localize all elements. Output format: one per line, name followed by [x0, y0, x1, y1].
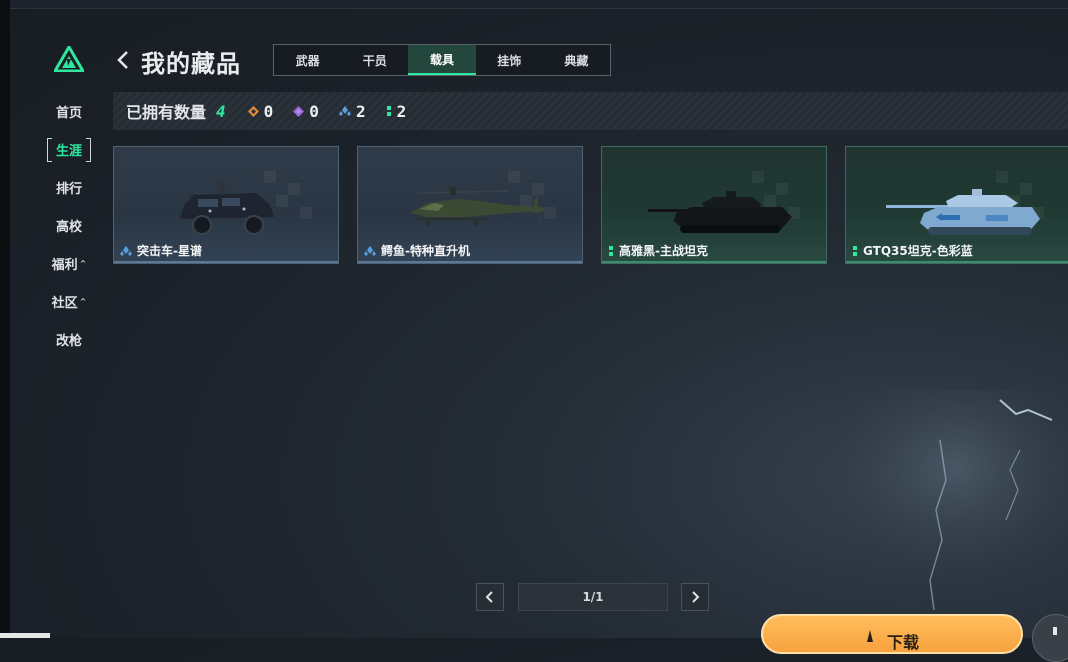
stat-purple: 0 — [293, 102, 319, 121]
sidebar-item-label: 社区 — [51, 295, 78, 311]
stat-value: 2 — [396, 101, 407, 121]
blue-rarity-icon — [364, 245, 376, 256]
tab-collection[interactable]: 典藏 — [543, 45, 610, 75]
tab-operators[interactable]: 干员 — [341, 45, 408, 75]
item-name: 突击车-星谱 — [120, 242, 202, 259]
bottom-left-corner — [0, 633, 50, 638]
window-left-edge — [0, 0, 10, 638]
green-rarity-icon — [852, 245, 858, 257]
chevron-right-icon — [692, 591, 700, 603]
green-rarity-icon — [386, 105, 392, 117]
stat-value: 2 — [355, 101, 366, 121]
helicopter-icon — [410, 187, 546, 226]
sidebar-item-gunsmith[interactable]: 改枪 — [44, 320, 94, 358]
sidebar-item-label: 首页 — [55, 105, 82, 121]
tank-blue-icon — [886, 189, 1040, 235]
blue-rarity-icon — [120, 245, 132, 256]
launch-icon — [867, 630, 873, 642]
sidebar-item-home[interactable]: 首页 — [44, 92, 94, 130]
item-name: 高雅黑-主战坦克 — [608, 242, 708, 259]
card-rarity-line — [114, 261, 338, 263]
owned-count-total: 4 — [216, 101, 226, 121]
tab-vehicles[interactable]: 载具 — [408, 45, 476, 75]
more-options-button[interactable] — [1032, 614, 1068, 662]
page-title: 我的藏品 — [141, 50, 241, 78]
stat-blue: 2 — [338, 101, 366, 121]
sidebar-item-label: 排行 — [55, 181, 82, 197]
owned-count-label: 已拥有数量 — [126, 103, 207, 122]
item-card-helicopter[interactable]: 鳄鱼-特种直升机 — [357, 146, 583, 264]
stat-value: 0 — [263, 101, 274, 121]
chevron-up-icon: ^ — [79, 296, 87, 306]
active-bracket-right — [86, 138, 91, 162]
item-name-text: 高雅黑-主战坦克 — [619, 244, 708, 258]
sidebar-nav: 首页 生涯 排行 高校 福利 ^ 社区 ^ 改枪 — [44, 92, 94, 358]
more-icon — [1053, 627, 1057, 635]
next-page-button[interactable] — [681, 583, 709, 611]
tab-charms[interactable]: 挂饰 — [476, 45, 543, 75]
prev-page-button[interactable] — [476, 583, 504, 611]
active-bracket-left — [47, 138, 52, 162]
lightning-background — [820, 390, 1068, 610]
card-rarity-line — [602, 261, 826, 263]
assault-vehicle-icon — [180, 181, 274, 235]
page-indicator: 1/1 — [518, 583, 668, 611]
card-rarity-line — [358, 261, 582, 263]
item-card-tank-blue[interactable]: GTQ35坦克-色彩蓝 — [845, 146, 1068, 264]
sidebar-item-community[interactable]: 社区 ^ — [44, 282, 94, 320]
app-logo-icon[interactable] — [54, 46, 84, 72]
download-button-label: 下载 — [887, 633, 920, 652]
chevron-left-icon — [485, 591, 493, 603]
green-rarity-icon — [608, 245, 614, 257]
category-tabs: 武器 干员 载具 挂饰 典藏 — [273, 44, 611, 76]
tank-black-icon — [648, 191, 792, 233]
blue-rarity-icon — [338, 106, 351, 116]
item-name: GTQ35坦克-色彩蓝 — [852, 242, 973, 259]
sidebar-item-label: 改枪 — [55, 333, 82, 349]
item-card-assault-vehicle[interactable]: 突击车-星谱 — [113, 146, 339, 264]
sidebar-item-label: 福利 — [51, 257, 78, 273]
top-bar — [10, 0, 1068, 9]
sidebar-item-career[interactable]: 生涯 — [44, 130, 94, 168]
item-name-text: 突击车-星谱 — [137, 244, 202, 258]
sidebar-item-ranking[interactable]: 排行 — [44, 168, 94, 206]
tab-weapons[interactable]: 武器 — [274, 45, 341, 75]
sidebar-item-label: 生涯 — [55, 143, 82, 159]
download-button[interactable]: 下载 — [761, 614, 1023, 654]
purple-rarity-icon — [293, 105, 305, 117]
orange-rarity-icon — [247, 105, 259, 117]
item-name-text: GTQ35坦克-色彩蓝 — [863, 244, 973, 258]
sidebar-item-university[interactable]: 高校 — [44, 206, 94, 244]
item-name: 鳄鱼-特种直升机 — [364, 242, 470, 259]
item-name-text: 鳄鱼-特种直升机 — [381, 244, 470, 258]
stat-orange: 0 — [247, 101, 274, 121]
item-card-tank-black[interactable]: 高雅黑-主战坦克 — [601, 146, 827, 264]
sidebar-item-welfare[interactable]: 福利 ^ — [44, 244, 94, 282]
stat-value: 0 — [309, 101, 319, 121]
sidebar-item-label: 高校 — [55, 219, 82, 235]
owned-count-bar: 已拥有数量 4 0 0 2 2 — [113, 92, 1068, 130]
back-arrow-icon[interactable] — [114, 48, 132, 72]
chevron-up-icon: ^ — [79, 258, 87, 268]
stat-green: 2 — [386, 101, 407, 121]
card-rarity-line — [846, 261, 1068, 263]
